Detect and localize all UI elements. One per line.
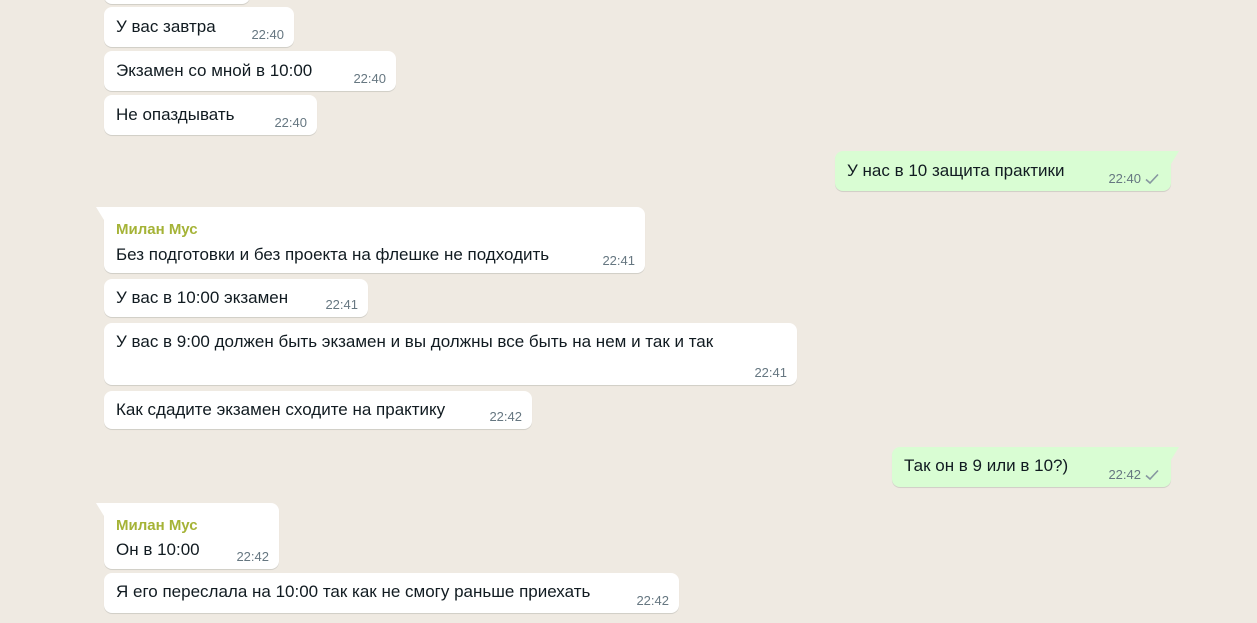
message-text: Он в 10:00 [116,540,200,559]
message-time: 22:40 [1108,171,1141,186]
check-icon [1145,469,1159,481]
message-bubble-incoming[interactable]: У вас в 9:00 должен быть экзамен и вы до… [104,323,797,385]
check-icon [1145,173,1159,185]
bubble-tail [1171,151,1179,164]
message-text: Как сдадите экзамен сходите на практику [116,400,446,419]
message-time: 22:41 [325,297,358,312]
message-text: Так он в 9 или в 10?) [904,456,1069,475]
message-text: У нас в 10 защита практики [847,161,1065,180]
message-bubble-incoming[interactable]: Я его переслала на 10:00 так как не смог… [104,573,679,613]
message-time: 22:41 [602,253,635,268]
message-text: Экзамен со мной в 10:00 [116,61,313,80]
bubble-tail [96,503,104,516]
message-bubble-outgoing[interactable]: У нас в 10 защита практики 22:40 [835,151,1179,191]
sender-name[interactable]: Милан Мус [116,515,198,537]
message-text: У вас завтра [116,17,216,36]
message-time: 22:40 [353,71,386,86]
bubble-tail [1171,447,1179,460]
message-text: У вас в 10:00 экзамен [116,288,289,307]
bubble-tail [96,207,104,220]
message-text: У вас в 9:00 должен быть экзамен и вы до… [116,332,714,351]
sender-name[interactable]: Милан Мус [116,219,198,241]
message-bubble-incoming[interactable]: Экзамен со мной в 10:00 22:40 [104,51,396,91]
message-time: 22:41 [754,365,787,380]
message-bubble-incoming[interactable]: Милан Мус Он в 10:00 22:42 [96,503,279,569]
message-time: 22:42 [236,549,269,564]
message-bubble-incoming[interactable]: Как сдадите экзамен сходите на практику … [104,391,532,429]
message-bubble-incoming[interactable]: У вас в 10:00 экзамен 22:41 [104,279,368,317]
message-time: 22:40 [251,27,284,42]
message-time: 22:42 [1108,467,1141,482]
message-bubble-outgoing[interactable]: Так он в 9 или в 10?) 22:42 [892,447,1179,487]
message-time: 22:40 [274,115,307,130]
message-time: 22:42 [489,409,522,424]
message-time: 22:42 [636,593,669,608]
message-bubble-incoming[interactable]: Не опаздывать 22:40 [104,95,317,135]
message-bubble-incoming[interactable]: У вас завтра 22:40 [104,7,294,47]
message-bubble-incoming[interactable]: Милан Мус Без подготовки и без проекта н… [96,207,645,273]
message-text: Без подготовки и без проекта на флешке н… [116,245,550,264]
message-bubble-partial [104,0,250,4]
message-text: Не опаздывать [116,105,235,124]
chat-message-list[interactable]: У вас завтра 22:40 Экзамен со мной в 10:… [0,0,1257,623]
message-text: Я его переслала на 10:00 так как не смог… [116,582,591,601]
